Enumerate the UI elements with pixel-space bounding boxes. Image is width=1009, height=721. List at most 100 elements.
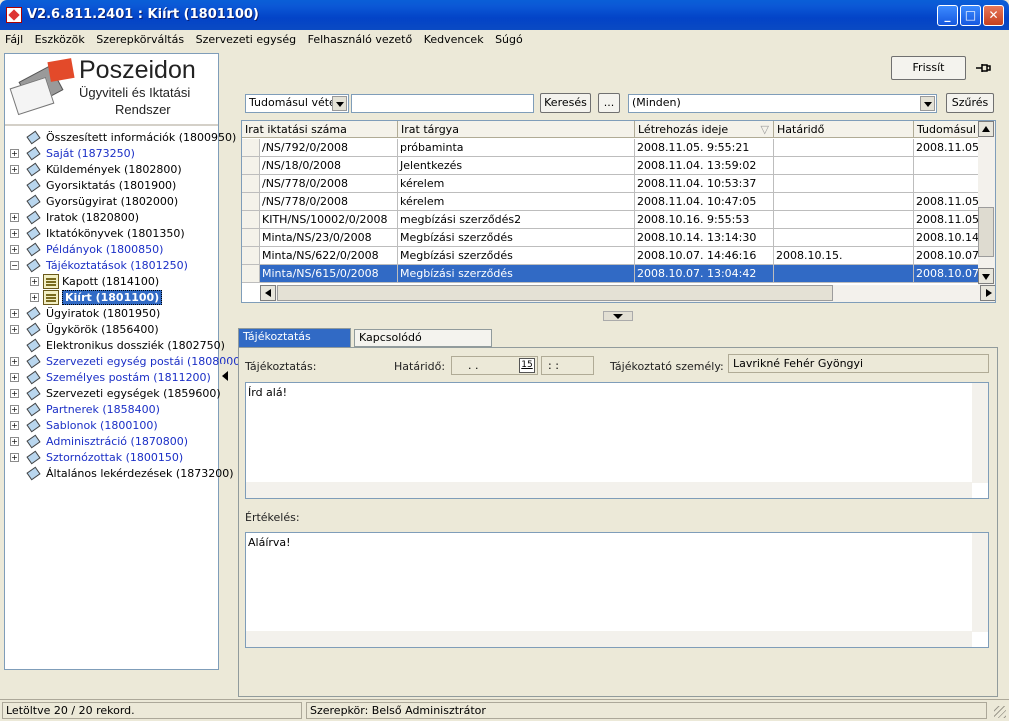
expand-icon[interactable]: + [10,245,19,254]
column-header-created[interactable]: Létrehozás ideje ▽ [635,121,774,138]
close-button[interactable]: ✕ [983,5,1004,26]
vertical-scrollbar[interactable] [978,121,995,286]
refresh-button[interactable]: Frissít [891,56,966,80]
scroll-right-icon[interactable] [980,285,995,301]
tree-item-ugykorok[interactable]: + Ügykörök (1856400) [5,322,216,338]
column-header-reg-number[interactable]: Irat iktatási száma [242,121,398,138]
row-indicator[interactable] [242,157,260,175]
tree-item-adminisztracio[interactable]: + Adminisztráció (1870800) [5,434,216,450]
search-input[interactable] [351,94,534,113]
scroll-down-icon[interactable] [978,268,994,284]
menu-tools[interactable]: Eszközök [30,30,88,46]
calendar-icon[interactable]: 15 [519,358,535,373]
tree-item-sztornozottak[interactable]: + Sztornózottak (1800150) [5,450,216,466]
chevron-down-icon[interactable] [332,96,347,111]
column-header-subject[interactable]: Irat tárgya [398,121,635,138]
expand-icon[interactable]: + [10,357,19,366]
row-indicator[interactable] [242,229,260,247]
tree-item-gyorsugyirat[interactable]: Gyorsügyirat (1802000) [5,194,216,210]
tree-item-szervezeti-egysegek[interactable]: + Szervezeti egységek (1859600) [5,386,221,402]
column-header-acknowledged[interactable]: Tudomásul v [914,121,984,138]
expand-icon[interactable]: + [30,293,39,302]
tab-related[interactable]: Kapcsolódó tájékoztatások [354,329,492,360]
tree-item-szervezeti-egyseg-postai[interactable]: + Szervezeti egység postái (1808000) [5,354,245,370]
table-row[interactable]: /NS/792/0/2008 próbaminta 2008.11.05. 9:55… [242,139,984,157]
row-indicator[interactable] [242,139,260,157]
tree-item-iktatokonyvek[interactable]: + Iktatókönyvek (1801350) [5,226,216,242]
tree-item-sablonok[interactable]: + Sablonok (1800100) [5,418,216,434]
scroll-thumb[interactable] [978,207,994,257]
tab-details[interactable]: Tájékoztatás részletei [238,328,351,359]
collapse-icon[interactable]: − [10,261,19,270]
expand-icon[interactable]: + [10,373,19,382]
menu-file[interactable]: Fájl [0,30,26,46]
menu-favorites[interactable]: Kedvencek [419,30,487,46]
menu-user-manager[interactable]: Felhasználó vezető [303,30,416,46]
deadline-date-field[interactable]: . . 15 [451,356,538,375]
expand-icon[interactable]: + [10,453,19,462]
expand-icon[interactable]: + [10,389,19,398]
tree-item-peldanyok[interactable]: + Példányok (1800850) [5,242,216,258]
tree-item-gyorsiktatas[interactable]: Gyorsiktatás (1801900) [5,178,216,194]
expand-icon[interactable]: + [10,325,19,334]
tree-item-szemelyes-postam[interactable]: + Személyes postám (1811200) [5,370,216,386]
chevron-down-icon[interactable] [920,96,935,111]
search-button[interactable]: Keresés [540,93,591,113]
row-indicator[interactable] [242,247,260,265]
tree-item-elektronikus-dossziek[interactable]: Elektronikus dossziék (1802750) [5,338,225,354]
scroll-left-icon[interactable] [260,285,276,301]
menu-help[interactable]: Súgó [490,30,526,46]
collapse-pane-arrow-icon[interactable] [220,364,230,388]
title-bar[interactable]: V2.6.811.2401 : Kiírt (1801100) _ □ ✕ [0,0,1009,30]
eval-textarea[interactable]: Aláírva! [245,532,989,648]
table-row[interactable]: Minta/NS/23/0/2008 Megbízási szerződés 200… [242,229,984,247]
expand-icon[interactable]: + [30,277,39,286]
menu-role-switch[interactable]: Szerepkörváltás [91,30,187,46]
tree-item-kapott[interactable]: + Kapott (1814100) [5,274,216,290]
filter-button[interactable]: Szűrés [946,93,994,113]
splitter-down-arrow-icon[interactable] [603,311,633,321]
deadline-time-field[interactable]: : : [541,356,594,375]
table-row[interactable]: KITH/NS/10002/0/2008 megbízási szerződés2… [242,211,984,229]
row-indicator[interactable] [242,211,260,229]
horizontal-scrollbar[interactable] [260,285,995,302]
info-textarea[interactable]: Írd alá! [245,382,989,499]
hscroll-thumb[interactable] [277,285,833,301]
column-header-deadline[interactable]: Határidő [774,121,914,138]
tree-item-iratok[interactable]: + Iratok (1820800) [5,210,216,226]
tree-item-partnerek[interactable]: + Partnerek (1858400) [5,402,216,418]
expand-icon[interactable]: + [10,421,19,430]
expand-icon[interactable]: + [10,405,19,414]
scroll-up-icon[interactable] [978,121,994,137]
info-hscroll[interactable] [246,482,972,498]
resize-grip-icon[interactable] [994,706,1006,718]
tree-item-altalanos-lekerdezesek[interactable]: Általános lekérdezések (1873200) [5,466,234,482]
row-indicator[interactable] [242,175,260,193]
expand-icon[interactable]: + [10,437,19,446]
eval-hscroll[interactable] [246,631,972,647]
table-row[interactable]: Minta/NS/622/0/2008 Megbízási szerződés 20… [242,247,984,265]
tree-item-ugyiratok[interactable]: + Ügyiratok (1801950) [5,306,216,322]
info-vscroll[interactable] [972,383,988,483]
table-row[interactable]: Minta/NS/615/0/2008 Megbízási szerződés 20… [242,265,984,283]
scope-combo[interactable]: (Minden) [628,94,937,113]
expand-icon[interactable]: + [10,213,19,222]
table-row[interactable]: /NS/18/0/2008 Jelentkezés 2008.11.04. 13:5… [242,157,984,175]
tree-item-kiirt[interactable]: + Kiírt (1801100) [5,290,216,306]
minimize-button[interactable]: _ [937,5,958,26]
pin-icon[interactable] [975,62,991,74]
filter-type-combo[interactable]: Tudomásul vétel [245,94,349,113]
tree-item-osszesitett-informaciok[interactable]: Összesített információk (1800950) [5,130,236,146]
eval-vscroll[interactable] [972,533,988,632]
expand-icon[interactable]: + [10,149,19,158]
browse-button[interactable]: ... [598,93,620,113]
row-indicator[interactable] [242,265,260,283]
tree-item-sajat[interactable]: + Saját (1873250) [5,146,216,162]
tree-item-tajekoztatasok[interactable]: − Tájékoztatások (1801250) [5,258,216,274]
maximize-button[interactable]: □ [960,5,981,26]
expand-icon[interactable]: + [10,165,19,174]
tree-item-kuldemenyek[interactable]: + Küldemények (1802800) [5,162,216,178]
table-row[interactable]: /NS/778/0/2008 kérelem 2008.11.04. 10:47:0… [242,193,984,211]
menu-org-unit[interactable]: Szervezeti egység [191,30,299,46]
table-row[interactable]: /NS/778/0/2008 kérelem 2008.11.04. 10:53:3… [242,175,984,193]
